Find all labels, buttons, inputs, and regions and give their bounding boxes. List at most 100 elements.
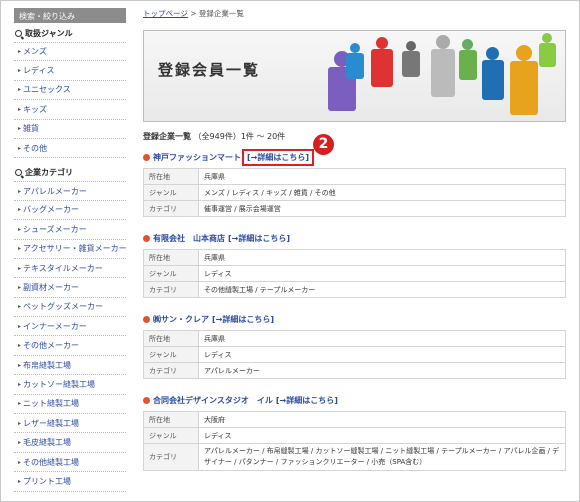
table-row: カテゴリ アパレルメーカー / 布帛縫製工場 / カットソー縫製工場 / ニット縫…	[143, 443, 566, 471]
row-value: レディス	[198, 346, 566, 363]
triangle-right-icon: ▸	[18, 105, 22, 113]
search-icon	[15, 30, 22, 37]
table-row: 所在地 兵庫県	[143, 330, 566, 347]
sidebar-category-item[interactable]: ▸ アパレルメーカー	[14, 181, 126, 201]
triangle-right-icon: ▸	[18, 86, 22, 94]
row-value: 兵庫県	[198, 330, 566, 347]
company-name[interactable]: 合同会社デザインスタジオ イル	[153, 395, 273, 406]
row-label: 所在地	[143, 330, 199, 347]
category-list: ▸ アパレルメーカー ▸ バッグメーカー ▸ シューズメーカー ▸ アクセサリー・雑貨メーカー…	[14, 181, 126, 492]
row-label: カテゴリ	[143, 362, 199, 379]
banner-title: 登録会員一覧	[158, 61, 261, 79]
bullet-icon	[143, 396, 150, 404]
sidebar-category-item[interactable]: ▸ バッグメーカー	[14, 201, 126, 221]
sidebar-category-item-label: その他縫製工場	[23, 457, 80, 467]
sidebar-category-item[interactable]: ▸ レザー縫製工場	[14, 414, 126, 434]
sidebar-category-item-label: バッグメーカー	[23, 205, 80, 215]
row-value: レディス	[198, 265, 566, 282]
table-row: 所在地 兵庫県	[143, 168, 566, 185]
detail-link[interactable]: [→詳細はこちら]	[212, 314, 274, 325]
triangle-right-icon: ▸	[18, 303, 22, 311]
sidebar-category-item[interactable]: ▸ カットソー縫製工場	[14, 375, 126, 395]
row-label: 所在地	[143, 168, 199, 185]
row-value: その他縫製工場 / テープルメーカー	[198, 281, 566, 298]
result-count-label: 登録企業一覧	[143, 132, 191, 141]
sidebar-category-item-label: アパレルメーカー	[23, 186, 87, 196]
sidebar-category-item-label: ペットグッズメーカー	[23, 302, 104, 312]
sidebar-category-item[interactable]: ▸ ニット縫製工場	[14, 395, 126, 415]
sidebar-category-item[interactable]: ▸ 副資材メーカー	[14, 278, 126, 298]
bullet-icon	[143, 153, 150, 161]
main-content: トップページ > 登録企業一覧 登録会員一覧 登録企業一覧 （全949件）1件 …	[143, 8, 566, 471]
sidebar-category-item-label: カットソー縫製工場	[23, 379, 96, 389]
detail-link[interactable]: [→詳細はこちら]	[276, 395, 338, 406]
company-name[interactable]: ㈱サン・クレア	[153, 314, 209, 325]
sidebar-genre-item[interactable]: ▸ その他	[14, 139, 126, 159]
category-title-label: 企業カテゴリ	[25, 168, 73, 178]
triangle-right-icon: ▸	[18, 439, 22, 447]
sidebar-category-item[interactable]: ▸ その他縫製工場	[14, 453, 126, 473]
sidebar-category-item[interactable]: ▸ その他メーカー	[14, 336, 126, 356]
table-row: 所在地 兵庫県	[143, 249, 566, 266]
sidebar-category-item-label: ニット縫製工場	[23, 399, 80, 409]
row-label: カテゴリ	[143, 443, 199, 471]
bullet-icon	[143, 315, 150, 323]
sidebar-category-item-label: プリント工場	[23, 476, 72, 486]
table-row: ジャンル レディス	[143, 346, 566, 363]
company-info-table: 所在地 兵庫県 ジャンル レディス カテゴリ アパレルメーカー	[143, 330, 566, 379]
company-entry: 有限会社 山本商店 [→詳細はこちら] 所在地 兵庫県 ジャンル レディス カテゴリ その他縫…	[143, 232, 566, 298]
sidebar-heading: 検索・絞り込み	[14, 8, 126, 23]
sidebar-genre-item[interactable]: ▸ ユニセックス	[14, 81, 126, 101]
sidebar-category-item[interactable]: ▸ シューズメーカー	[14, 220, 126, 240]
sidebar-genre-item[interactable]: ▸ 雑貨	[14, 120, 126, 139]
triangle-right-icon: ▸	[18, 284, 22, 291]
triangle-right-icon: ▸	[18, 264, 22, 272]
result-count: 登録企業一覧 （全949件）1件 ～ 20件	[143, 131, 566, 142]
table-row: ジャンル レディス	[143, 427, 566, 444]
row-value: 兵庫県	[198, 249, 566, 266]
row-label: ジャンル	[143, 427, 199, 444]
triangle-right-icon: ▸	[18, 125, 22, 133]
sidebar-category-item-label: シューズメーカー	[23, 224, 87, 234]
sidebar-genre-item[interactable]: ▸ レディス	[14, 61, 126, 81]
company-entry: 合同会社デザインスタジオ イル [→詳細はこちら] 所在地 大阪府 ジャンル レディス カテ…	[143, 394, 566, 471]
sidebar-category-item-label: 布帛縫製工場	[23, 360, 72, 370]
result-count-detail: （全949件）1件 ～ 20件	[193, 132, 286, 141]
sidebar-category-item[interactable]: ▸ ペットグッズメーカー	[14, 298, 126, 318]
detail-link[interactable]: [→詳細はこちら]	[228, 233, 290, 244]
triangle-right-icon: ▸	[18, 477, 22, 485]
detail-link[interactable]: [→詳細はこちら]	[241, 148, 315, 166]
sidebar-category-item[interactable]: ▸ 布帛縫製工場	[14, 356, 126, 376]
sidebar-genre-item[interactable]: ▸ メンズ	[14, 42, 126, 62]
triangle-right-icon: ▸	[18, 245, 22, 253]
bullet-icon	[143, 234, 150, 242]
row-label: ジャンル	[143, 184, 199, 201]
sidebar-category-item[interactable]: ▸ インナーメーカー	[14, 317, 126, 337]
triangle-right-icon: ▸	[18, 144, 22, 152]
sidebar-category-item[interactable]: ▸ 毛皮縫製工場	[14, 433, 126, 453]
row-value: レディス	[198, 427, 566, 444]
triangle-right-icon: ▸	[18, 225, 22, 233]
triangle-right-icon: ▸	[18, 458, 22, 466]
breadcrumb-home-link[interactable]: トップページ	[143, 9, 188, 18]
company-entry: ㈱サン・クレア [→詳細はこちら] 所在地 兵庫県 ジャンル レディス カテゴリ アパレルメー…	[143, 313, 566, 379]
sidebar-category-item-label: テキスタイルメーカー	[23, 263, 103, 273]
row-label: カテゴリ	[143, 200, 199, 217]
sidebar-category-item[interactable]: ▸ アクセサリー・雑貨メーカー	[14, 240, 126, 259]
company-info-table: 所在地 兵庫県 ジャンル レディス カテゴリ その他縫製工場 / テープルメーカー	[143, 249, 566, 298]
sidebar-category-item[interactable]: ▸ テキスタイルメーカー	[14, 259, 126, 279]
triangle-right-icon: ▸	[18, 322, 22, 330]
sidebar-genre-item[interactable]: ▸ キッズ	[14, 100, 126, 120]
row-value: 大阪府	[198, 411, 566, 428]
sidebar-category-item[interactable]: ▸ プリント工場	[14, 472, 126, 492]
row-label: ジャンル	[143, 265, 199, 282]
company-list: 神戸ファッションマート [→詳細はこちら] 所在地 兵庫県 ジャンル メンズ / レディス…	[143, 148, 566, 471]
sidebar-category-item-label: その他メーカー	[23, 341, 80, 351]
breadcrumb: トップページ > 登録企業一覧	[143, 8, 566, 20]
sidebar-genre-item-label: 雑貨	[23, 124, 40, 134]
table-row: カテゴリ 催事運営 / 展示会場運営	[143, 200, 566, 217]
sidebar-genre-item-label: メンズ	[23, 47, 47, 57]
company-name[interactable]: 有限会社 山本商店	[153, 233, 225, 244]
company-name[interactable]: 神戸ファッションマート	[153, 152, 241, 163]
breadcrumb-separator: >	[187, 9, 199, 18]
